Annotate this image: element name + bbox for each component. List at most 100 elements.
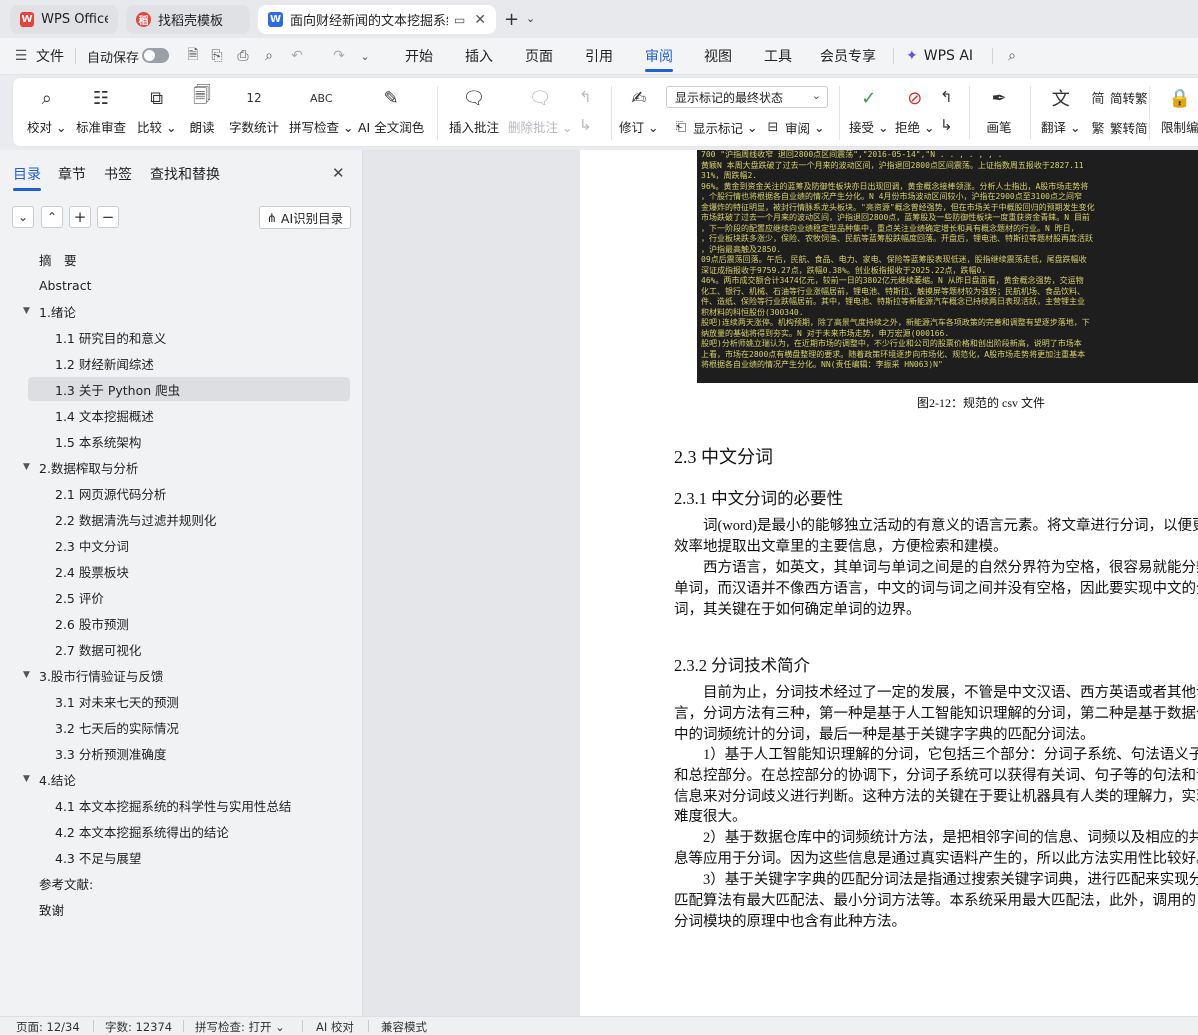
print-icon[interactable]: ⎙ [234, 47, 252, 65]
toc-item[interactable]: 1.3 关于 Python 爬虫 [28, 377, 350, 401]
collapse-up-icon[interactable]: ⌃ [41, 206, 63, 228]
toc-item[interactable]: Abstract [28, 273, 350, 297]
next-comment-icon[interactable]: ↳ [579, 116, 592, 134]
spell-check-indicator[interactable]: 拼写检查: 打开 ⌄ [195, 1019, 285, 1035]
nav-tab-bookmarks[interactable]: 书签 [104, 164, 132, 184]
menu-view[interactable]: 视图 [704, 38, 732, 74]
nav-tab-chapters[interactable]: 章节 [58, 164, 86, 184]
autosave-toggle[interactable] [142, 48, 169, 63]
to-simplified-button[interactable]: 繁 繁转简 [1090, 116, 1147, 138]
undo-icon[interactable]: ↶ [288, 47, 306, 65]
proofread-button[interactable]: ⌕ 校对 ⌄ [27, 84, 66, 140]
toc-item[interactable]: 2.6 股市预测 [28, 611, 350, 635]
toc-item[interactable]: 参考文献: [28, 871, 350, 895]
menu-member[interactable]: 会员专享 [820, 38, 876, 74]
toc-item[interactable]: 3.3 分析预测准确度 [28, 741, 350, 765]
toc-item[interactable]: 2.1 网页源代码分析 [28, 481, 350, 505]
nav-tab-toc[interactable]: 目录 [13, 164, 41, 191]
toc-item[interactable]: 1.5 本系统架构 [28, 429, 350, 453]
toc-item[interactable]: 2.2 数据清洗与过滤并规则化 [28, 507, 350, 531]
toc-item[interactable]: 4.3 不足与展望 [28, 845, 350, 869]
toc-item[interactable]: 2.4 股票板块 [28, 559, 350, 583]
reject-button[interactable]: ⊘ 拒绝 ⌄ [895, 84, 934, 140]
tab-current-document[interactable]: W 面向财经新闻的文本挖掘系统 ▭ ✕ [258, 5, 496, 34]
menu-page[interactable]: 页面 [525, 38, 553, 74]
hamburger-menu-icon[interactable]: ☰ [12, 47, 30, 65]
divider [368, 1020, 369, 1032]
spell-check-button[interactable]: ABC 拼写检查 ⌄ [289, 84, 353, 140]
word-count-button[interactable]: 12 字数统计 [229, 84, 279, 140]
toc-item[interactable]: ▼ 1.绪论 [23, 299, 350, 323]
menu-tools[interactable]: 工具 [764, 38, 792, 74]
review-pane-button[interactable]: ⊟ 审阅 ⌄ [765, 116, 825, 138]
page-indicator[interactable]: 页面: 12/34 [16, 1019, 80, 1035]
toc-item[interactable]: 1.2 财经新闻综述 [28, 351, 350, 375]
track-changes-button[interactable]: ✍ 修订 ⌄ [619, 84, 658, 140]
expand-triangle-icon[interactable]: ▼ [23, 774, 30, 784]
ai-proof-indicator[interactable]: AI 校对 [316, 1019, 354, 1035]
toc-item[interactable]: 摘 要 [28, 247, 350, 271]
quick-access-more-icon[interactable]: ⌄ [356, 47, 374, 65]
toc-item[interactable]: ▼ 3.股市行情验证与反馈 [23, 663, 350, 687]
menu-insert[interactable]: 插入 [465, 38, 493, 74]
expand-triangle-icon[interactable]: ▼ [23, 306, 30, 316]
tab-wps-office[interactable]: W WPS Office [10, 5, 118, 34]
translate-button[interactable]: 文 翻译 ⌄ [1041, 84, 1080, 140]
toc-item-label: 摘 要 [39, 252, 77, 268]
export-icon[interactable]: ⎘ [208, 47, 226, 65]
remove-heading-icon[interactable]: − [97, 206, 119, 228]
toc-item[interactable]: 1.1 研究目的和意义 [28, 325, 350, 349]
read-aloud-button[interactable]: 🗐 朗读 [188, 84, 216, 140]
expand-triangle-icon[interactable]: ▼ [23, 670, 30, 680]
restrict-edit-button[interactable]: 🔒 限制编 [1161, 84, 1198, 140]
print-preview-icon[interactable]: ⌕ [260, 47, 278, 65]
ai-recognize-toc-button[interactable]: ⋔ AI识别目录 [259, 206, 351, 229]
expand-triangle-icon[interactable]: ▼ [23, 462, 30, 472]
search-icon[interactable]: ⌕ [1003, 47, 1021, 65]
toc-item[interactable]: ▼ 4.结论 [23, 767, 350, 791]
toc-item[interactable]: 1.4 文本挖掘概述 [28, 403, 350, 427]
toc-item[interactable]: 2.3 中文分词 [28, 533, 350, 557]
tab-docer-templates[interactable]: 稻 找稻壳模板 [126, 5, 250, 34]
menu-review[interactable]: 审阅 [645, 38, 673, 74]
toc-item[interactable]: ▼ 2.数据榨取与分析 [23, 455, 350, 479]
word-count-indicator[interactable]: 字数: 12374 [105, 1019, 172, 1035]
collapse-down-icon[interactable]: ⌄ [12, 206, 34, 228]
menu-wps-ai[interactable]: ✦ WPS AI [906, 38, 973, 74]
menu-references[interactable]: 引用 [585, 38, 613, 74]
add-heading-icon[interactable]: + [69, 206, 91, 228]
previous-change-icon[interactable]: ↰ [940, 88, 953, 106]
pen-button[interactable]: ✒ 画笔 [985, 84, 1013, 140]
accept-button[interactable]: ✓ 接受 ⌄ [849, 84, 888, 140]
redo-icon[interactable]: ↷ [330, 47, 348, 65]
track-changes-label: 修订 [619, 120, 645, 135]
next-change-icon[interactable]: ↳ [940, 116, 953, 134]
to-traditional-button[interactable]: 简 简转繁 [1090, 86, 1147, 108]
toc-item[interactable]: 3.2 七天后的实际情况 [28, 715, 350, 739]
toc-item[interactable]: 2.5 评价 [28, 585, 350, 609]
delete-comment-button[interactable]: 🗨 删除批注 ⌄ [508, 84, 572, 140]
show-markup-button[interactable]: ⎗ 显示标记 ⌄ [673, 116, 758, 138]
toc-item[interactable]: 2.7 数据可视化 [28, 637, 350, 661]
close-pane-icon[interactable]: ✕ [332, 164, 345, 182]
save-icon[interactable]: 🗎 [184, 47, 202, 65]
standard-review-button[interactable]: ☷ 标准审查 [76, 84, 126, 140]
toc-item[interactable]: 3.1 对未来七天的预测 [28, 689, 350, 713]
toc-item[interactable]: 4.1 本文本挖掘系统的科学性与实用性总结 [28, 793, 350, 817]
close-tab-icon[interactable]: ✕ [474, 12, 486, 28]
previous-comment-icon[interactable]: ↰ [579, 88, 592, 106]
monitor-icon[interactable]: ▭ [454, 13, 465, 27]
navigation-pane: 目录 章节 书签 查找和替换 ✕ ⌄ ⌃ + − ⋔ AI识别目录 摘 要 Abs… [0, 150, 363, 1016]
markup-mode-select[interactable]: 显示标记的最终状态 ⌄ [666, 86, 828, 108]
nav-tab-find-replace[interactable]: 查找和替换 [150, 164, 220, 184]
menu-home[interactable]: 开始 [405, 38, 433, 74]
insert-comment-button[interactable]: 🗨 插入批注 [449, 84, 499, 140]
chevron-down-icon[interactable]: ⌄ [526, 12, 535, 25]
new-tab-plus-icon[interactable]: + [504, 9, 519, 30]
toc-item[interactable]: 4.2 本文本挖掘系统得出的结论 [28, 819, 350, 843]
ai-polish-button[interactable]: ✎ AI 全文润色 [358, 84, 424, 140]
menu-file[interactable]: 文件 [36, 38, 64, 74]
compare-button[interactable]: ⧉ 比较 ⌄ [137, 84, 176, 140]
toc-item[interactable]: 致谢 [28, 897, 350, 921]
tab-label: 找稻壳模板 [158, 14, 224, 29]
